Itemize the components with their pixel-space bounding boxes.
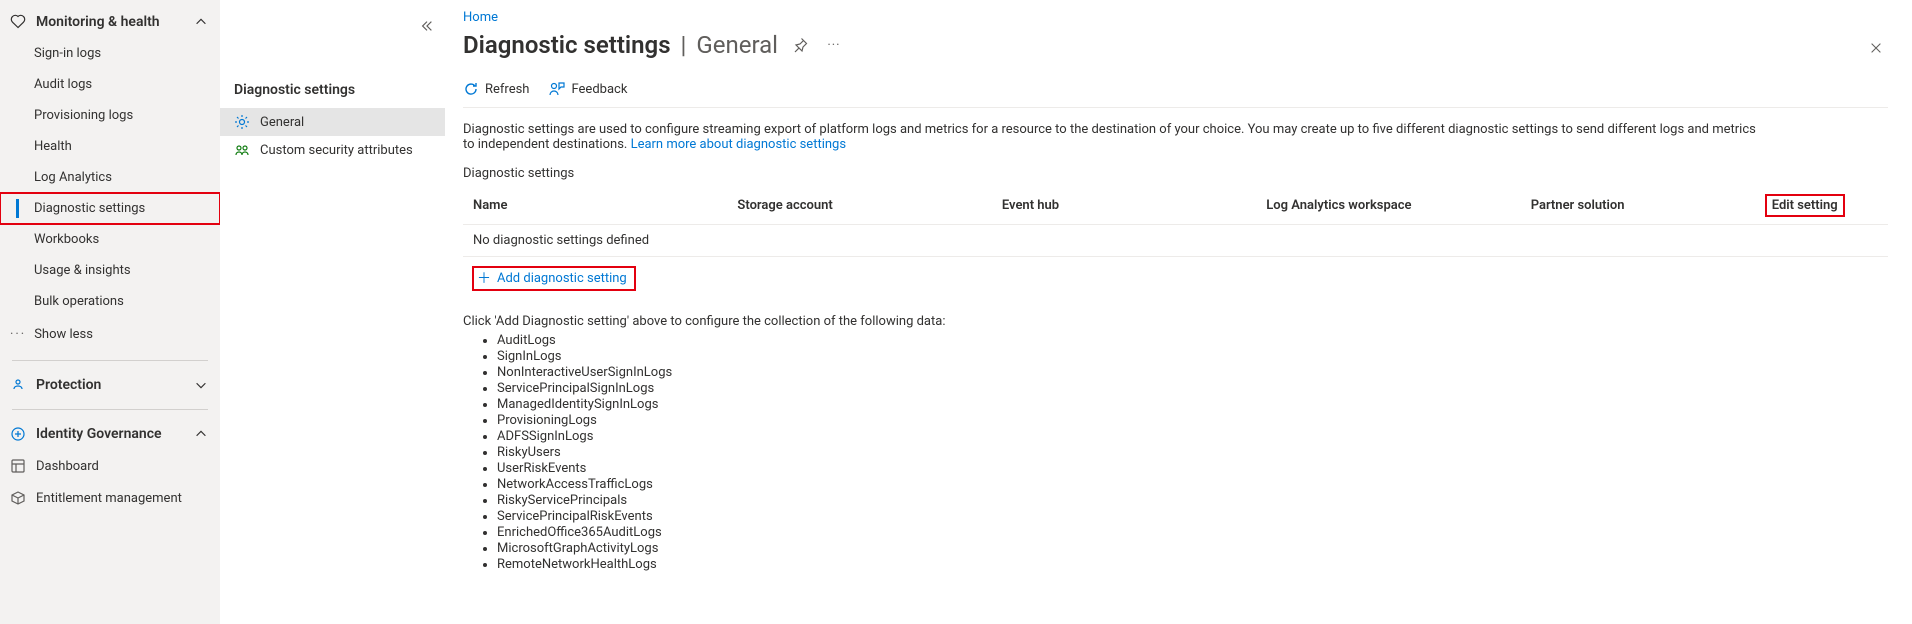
sidebar-divider	[12, 409, 208, 410]
data-type-item: ADFSSignInLogs	[497, 429, 1888, 444]
person-feedback-icon	[549, 81, 565, 97]
sidebar-group-label: Protection	[36, 377, 184, 393]
data-types-list: AuditLogsSignInLogsNonInteractiveUserSig…	[497, 333, 1888, 572]
refresh-icon	[463, 81, 479, 97]
table-row-add: ＋ Add diagnostic setting	[463, 257, 1888, 301]
sidebar-item-health[interactable]: Health	[0, 131, 220, 162]
sidebar-group-label: Identity Governance	[36, 426, 184, 442]
governance-icon	[10, 426, 26, 442]
breadcrumb: Home	[463, 10, 1888, 25]
add-diagnostic-setting-link[interactable]: ＋ Add diagnostic setting	[473, 267, 635, 290]
tag-security-icon	[234, 142, 250, 158]
section-title: Diagnostic settings	[463, 166, 1888, 181]
sidebar-item-log-analytics[interactable]: Log Analytics	[0, 162, 220, 193]
data-type-item: NetworkAccessTrafficLogs	[497, 477, 1888, 492]
primary-sidebar: Monitoring & health Sign-in logs Audit l…	[0, 0, 220, 624]
data-type-item: ProvisioningLogs	[497, 413, 1888, 428]
sidebar-item-diagnostic-settings[interactable]: Diagnostic settings	[0, 193, 220, 224]
sidebar-group-label: Monitoring & health	[36, 14, 184, 30]
col-eventhub: Event hub	[992, 187, 1256, 225]
ellipsis-icon: ···	[10, 327, 26, 342]
sidebar-item-audit-logs[interactable]: Audit logs	[0, 69, 220, 100]
data-type-item: EnrichedOffice365AuditLogs	[497, 525, 1888, 540]
chevron-up-icon	[194, 15, 208, 29]
feedback-button[interactable]: Feedback	[549, 81, 627, 97]
resource-menu-item-general[interactable]: General	[220, 108, 445, 136]
pin-button[interactable]	[788, 33, 812, 57]
sidebar-divider	[12, 360, 208, 361]
package-icon	[10, 490, 26, 506]
resource-menu-collapse[interactable]	[417, 16, 437, 36]
pin-icon	[792, 37, 808, 53]
sidebar-show-less[interactable]: ··· Show less	[0, 317, 220, 352]
resource-menu-header: Diagnostic settings	[220, 74, 445, 108]
data-type-item: NonInteractiveUserSignInLogs	[497, 365, 1888, 380]
page-title-row: Diagnostic settings | General ···	[463, 31, 1888, 59]
sidebar-item-signin-logs[interactable]: Sign-in logs	[0, 38, 220, 69]
sidebar-group-identity-governance[interactable]: Identity Governance	[0, 418, 220, 450]
data-type-item: RiskyServicePrincipals	[497, 493, 1888, 508]
table-row-empty: No diagnostic settings defined	[463, 225, 1888, 257]
heart-pulse-icon	[10, 14, 26, 30]
data-type-item: UserRiskEvents	[497, 461, 1888, 476]
sidebar-item-bulk-operations[interactable]: Bulk operations	[0, 286, 220, 317]
resource-menu-item-custom-security-attributes[interactable]: Custom security attributes	[220, 136, 445, 164]
close-icon	[1869, 41, 1883, 55]
ellipsis-icon: ···	[827, 38, 840, 53]
title-separator: |	[681, 31, 687, 59]
col-law: Log Analytics workspace	[1256, 187, 1520, 225]
col-partner: Partner solution	[1521, 187, 1756, 225]
sidebar-item-workbooks[interactable]: Workbooks	[0, 224, 220, 255]
chevron-up-icon	[194, 427, 208, 441]
data-type-item: ServicePrincipalSignInLogs	[497, 381, 1888, 396]
col-name: Name	[463, 187, 727, 225]
col-edit: Edit setting	[1766, 195, 1844, 216]
more-button[interactable]: ···	[822, 33, 846, 57]
description-text: Diagnostic settings are used to configur…	[463, 122, 1763, 152]
sidebar-group-monitoring-health[interactable]: Monitoring & health	[0, 6, 220, 38]
gear-icon	[234, 114, 250, 130]
refresh-button[interactable]: Refresh	[463, 81, 529, 97]
sidebar-item-entitlement-management[interactable]: Entitlement management	[0, 482, 220, 514]
empty-message: No diagnostic settings defined	[463, 225, 1888, 257]
sidebar-group-protection[interactable]: Protection	[0, 369, 220, 401]
data-type-item: MicrosoftGraphActivityLogs	[497, 541, 1888, 556]
data-type-item: RemoteNetworkHealthLogs	[497, 557, 1888, 572]
main-content: Home Diagnostic settings | General ··· R…	[445, 0, 1912, 624]
sidebar-item-usage-insights[interactable]: Usage & insights	[0, 255, 220, 286]
breadcrumb-home[interactable]: Home	[463, 10, 498, 25]
sidebar-item-provisioning-logs[interactable]: Provisioning logs	[0, 100, 220, 131]
data-type-item: AuditLogs	[497, 333, 1888, 348]
shield-person-icon	[10, 377, 26, 393]
plus-icon: ＋	[477, 272, 491, 286]
hint-text: Click 'Add Diagnostic setting' above to …	[463, 314, 1888, 329]
page-title: Diagnostic settings | General	[463, 31, 778, 59]
col-storage: Storage account	[727, 187, 991, 225]
learn-more-link[interactable]: Learn more about diagnostic settings	[631, 137, 847, 152]
data-type-item: SignInLogs	[497, 349, 1888, 364]
dashboard-icon	[10, 458, 26, 474]
data-type-item: RiskyUsers	[497, 445, 1888, 460]
data-type-item: ManagedIdentitySignInLogs	[497, 397, 1888, 412]
chevron-left-double-icon	[420, 19, 434, 33]
chevron-down-icon	[194, 378, 208, 392]
sidebar-item-dashboard[interactable]: Dashboard	[0, 450, 220, 482]
command-bar: Refresh Feedback	[463, 75, 1888, 108]
close-blade-button[interactable]	[1864, 36, 1888, 60]
data-type-item: ServicePrincipalRiskEvents	[497, 509, 1888, 524]
resource-menu: Diagnostic settings General Custom secur…	[220, 0, 445, 624]
diagnostic-settings-table: Name Storage account Event hub Log Analy…	[463, 187, 1888, 300]
